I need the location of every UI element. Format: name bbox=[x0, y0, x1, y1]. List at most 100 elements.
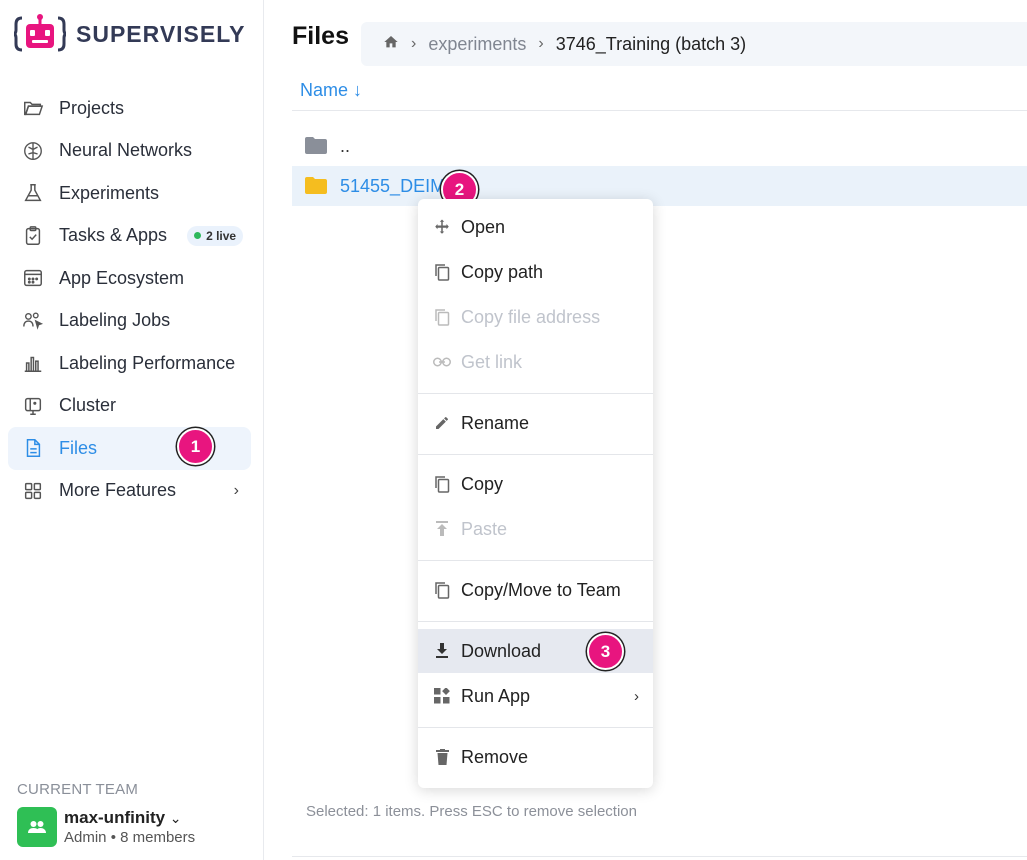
server-icon bbox=[22, 395, 44, 417]
grid-icon bbox=[22, 480, 44, 502]
bar-chart-icon bbox=[22, 352, 44, 374]
trash-icon bbox=[432, 749, 452, 765]
sidebar-item-label: Tasks & Apps bbox=[59, 225, 168, 246]
selection-status: Selected: 1 items. Press ESC to remove s… bbox=[306, 803, 637, 820]
chevron-right-icon: › bbox=[233, 481, 239, 499]
menu-item-label: Copy path bbox=[461, 261, 544, 282]
copy-icon bbox=[432, 475, 452, 493]
sidebar-item-tasks-apps[interactable]: Tasks & Apps 2 live bbox=[8, 215, 251, 258]
copy-icon bbox=[432, 308, 452, 326]
team-avatar[interactable] bbox=[17, 807, 57, 847]
sidebar-item-label: App Ecosystem bbox=[59, 267, 185, 288]
breadcrumb: › experiments › 3746_Training (batch 3) bbox=[361, 22, 1027, 66]
menu-item-copy[interactable]: Copy bbox=[418, 462, 653, 506]
breadcrumb-experiments[interactable]: experiments bbox=[428, 34, 526, 55]
live-badge-text: 2 live bbox=[206, 228, 237, 243]
copy-icon bbox=[432, 263, 452, 281]
sidebar-item-files[interactable]: Files bbox=[8, 427, 251, 470]
menu-item-paste[interactable]: Paste bbox=[418, 507, 653, 551]
download-icon bbox=[432, 643, 452, 659]
menu-divider bbox=[418, 560, 653, 561]
team-people-icon bbox=[28, 821, 46, 833]
brain-icon bbox=[22, 140, 44, 162]
folder-icon bbox=[304, 136, 328, 156]
sidebar-item-more-features[interactable]: More Features › bbox=[8, 470, 251, 513]
move-arrows-icon bbox=[432, 218, 452, 236]
clipboard-check-icon bbox=[22, 225, 44, 247]
flask-icon bbox=[22, 182, 44, 204]
menu-item-open[interactable]: Open bbox=[418, 205, 653, 249]
live-tasks-badge: 2 live bbox=[187, 225, 244, 246]
file-row-selected[interactable]: 51455_DEIM bbox=[292, 166, 1027, 206]
sidebar-item-label: Experiments bbox=[59, 182, 160, 203]
file-name: .. bbox=[340, 135, 351, 156]
brand-name: SUPERVISELY bbox=[76, 20, 246, 47]
menu-item-label: Paste bbox=[461, 518, 508, 539]
link-icon bbox=[432, 356, 452, 368]
menu-item-label: Rename bbox=[461, 412, 530, 433]
folder-open-icon bbox=[22, 97, 44, 119]
footer-divider bbox=[292, 856, 1027, 857]
file-icon bbox=[22, 437, 44, 459]
file-name: 51455_DEIM bbox=[340, 175, 446, 196]
menu-item-label: Run App bbox=[461, 685, 531, 706]
chevron-right-icon: › bbox=[634, 687, 639, 705]
sidebar-item-labeling-jobs[interactable]: Labeling Jobs bbox=[8, 300, 251, 343]
menu-divider bbox=[418, 454, 653, 455]
menu-item-label: Open bbox=[461, 216, 506, 237]
team-meta: Admin • 8 members bbox=[64, 829, 196, 846]
sidebar-item-projects[interactable]: Projects bbox=[8, 87, 251, 130]
robot-logo-icon bbox=[14, 14, 66, 52]
sidebar-item-label: Projects bbox=[59, 97, 125, 118]
name-column-header[interactable]: Name ↓ bbox=[300, 80, 362, 101]
menu-item-copy-move-to-team[interactable]: Copy/Move to Team bbox=[418, 568, 653, 612]
sidebar-item-cluster[interactable]: Cluster bbox=[8, 385, 251, 428]
file-row-parent[interactable]: .. bbox=[292, 126, 1027, 166]
sidebar-item-label: Files bbox=[59, 437, 98, 458]
team-role: Admin bbox=[64, 829, 107, 846]
menu-item-rename[interactable]: Rename bbox=[418, 401, 653, 445]
menu-item-get-link[interactable]: Get link bbox=[418, 340, 653, 384]
breadcrumb-current: 3746_Training (batch 3) bbox=[555, 33, 747, 54]
menu-divider bbox=[418, 727, 653, 728]
brand-logo[interactable]: SUPERVISELY bbox=[14, 12, 246, 56]
menu-item-copy-path[interactable]: Copy path bbox=[418, 250, 653, 294]
sidebar: SUPERVISELY Projects Neural Networks Exp… bbox=[0, 0, 264, 860]
chevron-right-icon: › bbox=[538, 35, 544, 52]
chevron-right-icon: › bbox=[411, 35, 417, 52]
apps-icon bbox=[432, 688, 452, 704]
folder-icon bbox=[304, 176, 328, 196]
sidebar-item-experiments[interactable]: Experiments bbox=[8, 172, 251, 215]
step-marker-3: 3 bbox=[587, 633, 624, 670]
menu-item-label: Remove bbox=[461, 746, 529, 767]
sidebar-item-label: Neural Networks bbox=[59, 140, 193, 161]
live-dot-icon bbox=[194, 232, 202, 240]
menu-divider bbox=[418, 621, 653, 622]
sidebar-item-labeling-performance[interactable]: Labeling Performance bbox=[8, 342, 251, 385]
app-window-icon bbox=[22, 267, 44, 289]
team-members: 8 members bbox=[120, 829, 196, 846]
menu-item-label: Copy bbox=[461, 473, 504, 494]
sidebar-item-label: More Features bbox=[59, 480, 177, 501]
menu-item-label: Download bbox=[461, 640, 542, 661]
step-marker-1: 1 bbox=[177, 428, 214, 465]
header-divider bbox=[292, 110, 1027, 111]
pencil-icon bbox=[432, 415, 452, 431]
people-cursor-icon bbox=[22, 310, 44, 332]
home-icon[interactable] bbox=[383, 34, 399, 55]
team-name: max-unfinity bbox=[64, 808, 166, 827]
menu-item-label: Get link bbox=[461, 351, 523, 372]
context-menu: Open Copy path Copy file address Get lin… bbox=[418, 199, 653, 788]
sidebar-item-neural-networks[interactable]: Neural Networks bbox=[8, 130, 251, 173]
team-selector[interactable]: max-unfinity ⌄ bbox=[64, 808, 182, 828]
sidebar-item-app-ecosystem[interactable]: App Ecosystem bbox=[8, 257, 251, 300]
menu-item-remove[interactable]: Remove bbox=[418, 735, 653, 779]
menu-item-label: Copy file address bbox=[461, 306, 601, 327]
sidebar-item-label: Labeling Jobs bbox=[59, 310, 171, 331]
menu-item-copy-file-address[interactable]: Copy file address bbox=[418, 295, 653, 339]
menu-item-label: Copy/Move to Team bbox=[461, 579, 621, 600]
menu-item-run-app[interactable]: Run App › bbox=[418, 674, 653, 718]
sidebar-item-label: Cluster bbox=[59, 395, 117, 416]
current-team-label: CURRENT TEAM bbox=[17, 781, 139, 798]
paste-icon bbox=[432, 521, 452, 537]
